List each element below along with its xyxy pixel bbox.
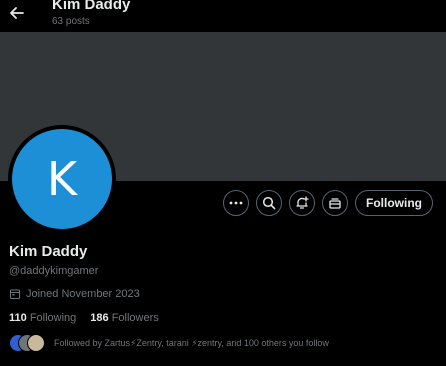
follower-avatar — [27, 334, 45, 352]
following-count: 110 — [9, 312, 27, 324]
subscribe-button[interactable] — [322, 190, 348, 216]
notifications-button[interactable] — [289, 190, 315, 216]
calendar-icon — [10, 289, 20, 299]
back-button[interactable] — [6, 2, 28, 24]
following-button[interactable]: Following — [355, 190, 433, 216]
joined-text: Joined November 2023 — [26, 288, 140, 300]
following-link[interactable]: 110 Following — [9, 312, 76, 324]
followers-count: 186 — [90, 312, 109, 324]
profile-stats: 110 Following 186 Followers — [9, 312, 159, 324]
notification-subscribe-icon — [296, 196, 309, 209]
following-label: Following — [29, 312, 77, 324]
more-icon — [229, 201, 243, 205]
follower-avatars — [9, 334, 45, 352]
post-count: 63 posts — [52, 16, 90, 27]
top-bar: Kim Daddy 63 posts — [0, 0, 446, 32]
followed-by-text: Followed by Zartus⚡Zentry, tarani ⚡zentr… — [54, 337, 329, 348]
followers-link[interactable]: 186 Followers — [90, 312, 159, 324]
followers-label: Followers — [111, 312, 159, 324]
subscribe-icon — [329, 198, 341, 209]
followed-by-row[interactable]: Followed by Zartus⚡Zentry, tarani ⚡zentr… — [9, 334, 329, 352]
avatar[interactable]: K — [12, 129, 112, 229]
avatar-letter: K — [46, 152, 78, 206]
page-title: Kim Daddy — [52, 0, 131, 13]
joined-date: Joined November 2023 — [9, 288, 140, 300]
search-icon — [262, 196, 276, 210]
arrow-left-icon — [10, 7, 24, 19]
profile-name: Kim Daddy — [9, 243, 88, 260]
more-button[interactable] — [223, 190, 249, 216]
profile-handle: @daddykimgamer — [9, 265, 99, 277]
search-profile-button[interactable] — [256, 190, 282, 216]
